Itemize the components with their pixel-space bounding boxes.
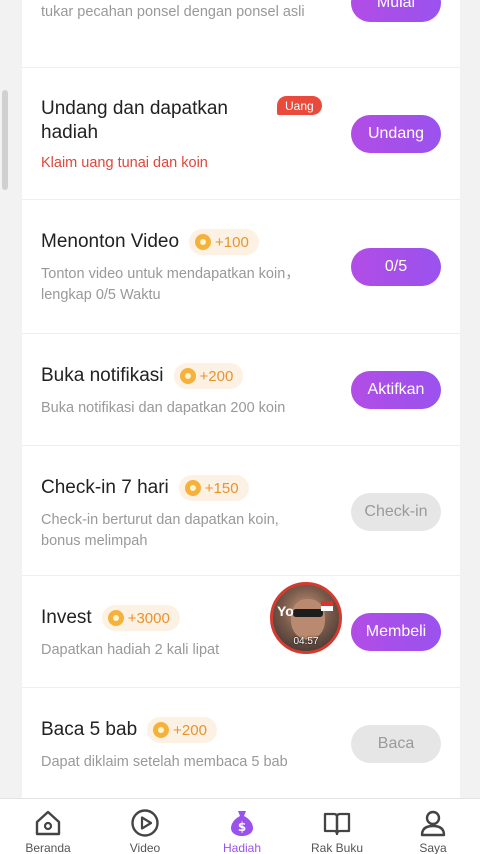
task-notifications: Buka notifikasi +200 Buka notifikasi dan…	[22, 334, 460, 446]
reward-pill: +200	[147, 717, 217, 743]
home-icon	[35, 810, 61, 836]
nav-label: Rak Buku	[310, 841, 364, 854]
video-thumbnail	[291, 599, 325, 639]
reward-pill: +150	[178, 475, 249, 501]
task-title: Menonton Video	[41, 231, 180, 252]
watch-progress-button[interactable]: 0/5	[351, 248, 441, 286]
book-icon	[323, 812, 351, 836]
task-watch-video: Menonton Video +100 Tonton video untuk m…	[22, 200, 460, 334]
nav-label: Saya	[419, 841, 447, 854]
task-title: Buka notifikasi	[41, 365, 164, 386]
task-read: Baca 5 bab +200 Dapat diklaim setelah me…	[22, 688, 460, 800]
task-description: Tonton video untuk mendapatkan koin，leng…	[41, 266, 300, 303]
nav-item-profile[interactable]: Saya	[398, 807, 468, 854]
task-list: tukar pecahan ponsel dengan ponsel asli …	[22, 0, 460, 800]
task-description: Dapatkan hadiah 2 kali lipat	[41, 642, 220, 658]
nav-item-rewards[interactable]: $ Hadiah	[207, 807, 277, 854]
reward-amount: +3000	[127, 609, 170, 627]
task-title: Invest	[41, 607, 92, 628]
coin-icon	[107, 610, 124, 626]
task-description: tukar pecahan ponsel dengan ponsel asli	[41, 4, 305, 20]
nav-label: Video	[129, 841, 161, 854]
floating-video-bubble[interactable]: Yo 04:57	[270, 582, 342, 654]
nav-item-video[interactable]: Video	[110, 807, 180, 854]
svg-text:$: $	[238, 820, 246, 834]
task-invest: Invest +3000 Dapatkan hadiah 2 kali lipa…	[22, 576, 460, 688]
task-description: Check-in berturut dan dapatkan koin, bon…	[41, 512, 279, 549]
nav-label: Beranda	[25, 841, 71, 854]
task-swap: tukar pecahan ponsel dengan ponsel asli …	[22, 0, 460, 68]
reward-amount: +200	[199, 367, 234, 385]
play-icon	[131, 809, 159, 837]
reward-amount: +200	[173, 721, 207, 739]
nav-label: Hadiah	[222, 841, 262, 854]
video-thumbnail-detail	[293, 609, 323, 617]
cash-badge: Uang	[277, 96, 322, 115]
task-description: Buka notifikasi dan dapatkan 200 koin	[41, 400, 286, 416]
bottom-nav: Beranda Video $ Hadiah Rak Buku Saya	[0, 798, 480, 854]
scroll-indicator[interactable]	[2, 90, 8, 190]
reward-pill: +100	[189, 229, 259, 255]
checkin-button[interactable]: Check-in	[351, 493, 441, 531]
money-bag-icon: $	[231, 811, 253, 836]
coin-icon	[179, 368, 196, 384]
invite-button[interactable]: Undang	[351, 115, 441, 153]
nav-item-home[interactable]: Beranda	[13, 807, 83, 854]
task-title: Undang dan dapatkan hadiah	[41, 98, 228, 143]
reward-pill: +3000	[101, 605, 180, 631]
coin-icon	[195, 234, 212, 250]
task-description: Klaim uang tunai dan koin	[41, 155, 208, 171]
flag-icon	[321, 601, 333, 611]
task-title: Check-in 7 hari	[41, 477, 169, 498]
task-checkin: Check-in 7 hari +150 Check-in berturut d…	[22, 446, 460, 576]
coin-icon	[153, 722, 170, 738]
task-title: Baca 5 bab	[41, 719, 138, 740]
reward-amount: +100	[215, 233, 249, 251]
reward-amount: +150	[204, 479, 239, 497]
person-icon	[420, 810, 446, 837]
nav-item-bookshelf[interactable]: Rak Buku	[302, 807, 372, 854]
reward-pill: +200	[173, 363, 244, 389]
buy-button[interactable]: Membeli	[351, 613, 441, 651]
task-invite: Undang dan dapatkan hadiah Uang Klaim ua…	[22, 68, 460, 200]
video-logo: Yo	[277, 603, 294, 619]
coin-icon	[184, 480, 201, 496]
activate-button[interactable]: Aktifkan	[351, 371, 441, 409]
video-duration: 04:57	[293, 636, 319, 647]
start-button[interactable]: Mulai	[351, 0, 441, 22]
task-description: Dapat diklaim setelah membaca 5 bab	[41, 754, 288, 770]
read-button[interactable]: Baca	[351, 725, 441, 763]
